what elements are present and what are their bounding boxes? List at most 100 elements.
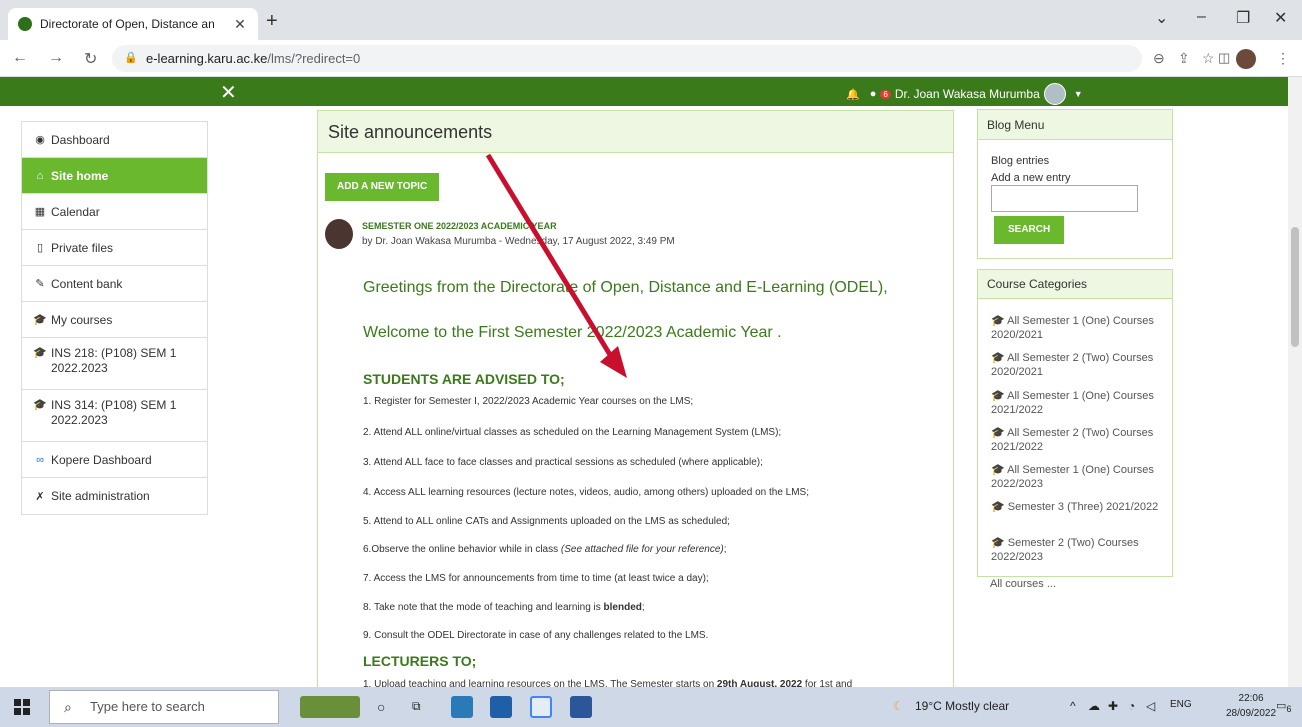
notification-count: 6: [1286, 704, 1292, 715]
category-link[interactable]: 🎓 Semester 3 (Three) 2021/2022: [991, 500, 1161, 514]
tab-title: Directorate of Open, Distance an: [40, 17, 215, 31]
graduation-cap-icon: 🎓: [991, 537, 1005, 549]
side-panel-icon[interactable]: ◫: [1218, 50, 1230, 66]
post-byline: by Dr. Joan Wakasa Murumba - Wednesday, …: [362, 236, 675, 247]
user-avatar[interactable]: [1043, 83, 1066, 105]
sidebar-item-site-home[interactable]: ⌂ Site home: [22, 158, 207, 194]
category-link[interactable]: 🎓 All Semester 2 (Two) Courses 2020/2021: [991, 351, 1161, 379]
sidebar-item-label: Calendar: [51, 204, 100, 219]
post-subject[interactable]: SEMESTER ONE 2022/2023 ACADEMIC YEAR: [362, 221, 557, 231]
sidebar-item-my-courses[interactable]: 🎓 My courses: [22, 302, 207, 338]
lecturers-heading: LECTURERS TO;: [363, 653, 477, 669]
blog-search-button[interactable]: SEARCH: [994, 216, 1065, 244]
url-path: /lms/?redirect=0: [267, 51, 361, 66]
news-widget-icon[interactable]: [300, 696, 360, 718]
scrollbar-thumb[interactable]: [1291, 227, 1299, 347]
page-scrollbar[interactable]: [1288, 77, 1302, 687]
student-item: 5. Attend to ALL online CATs and Assignm…: [363, 516, 730, 527]
new-tab-icon[interactable]: +: [266, 10, 278, 33]
user-name[interactable]: Dr. Joan Wakasa Murumba: [895, 87, 1040, 101]
minimize-icon[interactable]: –: [1197, 8, 1206, 26]
security-icon[interactable]: ✚: [1108, 699, 1118, 713]
category-link[interactable]: 🎓 All Semester 1 (One) Courses 2020/2021: [991, 314, 1161, 342]
tab-search-chevron-icon[interactable]: ⌄: [1155, 8, 1168, 28]
search-icon: ⌕: [64, 699, 72, 715]
url-host: e-learning.karu.ac.ke: [146, 51, 268, 66]
all-courses-link[interactable]: All courses ...: [990, 577, 1160, 591]
onedrive-icon[interactable]: ☁: [1088, 699, 1100, 713]
store-icon[interactable]: [451, 696, 473, 718]
category-link[interactable]: 🎓 All Semester 2 (Two) Courses 2021/2022: [991, 426, 1161, 454]
sidebar-item-kopere-dashboard[interactable]: ∞ Kopere Dashboard: [22, 442, 207, 478]
bell-icon[interactable]: 🔔: [846, 88, 860, 101]
sidebar-item-label: Content bank: [51, 276, 123, 291]
sidebar-item-dashboard[interactable]: ◉ Dashboard: [22, 122, 207, 158]
category-link[interactable]: 🎓 All Semester 1 (One) Courses 2022/2023: [991, 463, 1161, 491]
student-item: 8. Take note that the mode of teaching a…: [363, 602, 645, 613]
category-link[interactable]: 🎓 All Semester 1 (One) Courses 2021/2022: [991, 389, 1161, 417]
taskbar-search-field[interactable]: ⌕ Type here to search: [49, 690, 279, 724]
office-icon[interactable]: [490, 696, 512, 718]
sidebar-item-content-bank[interactable]: ✎ Content bank: [22, 266, 207, 302]
sidebar-item-calendar[interactable]: ▦ Calendar: [22, 194, 207, 230]
home-icon: ⌂: [36, 169, 44, 182]
graduation-cap-icon: 🎓: [33, 347, 47, 359]
file-icon: ▯: [36, 242, 44, 254]
sidebar-item-label: INS 218: (P108) SEM 1 2022.2023: [51, 346, 177, 375]
lock-icon: 🔒: [124, 52, 138, 64]
cortana-icon[interactable]: ○: [377, 699, 385, 715]
student-item-text: 6.Observe the online behavior while in c…: [363, 544, 559, 555]
category-link[interactable]: 🎓 Semester 2 (Two) Courses 2022/2023: [991, 536, 1161, 564]
clock[interactable]: 22:06 28/09/2022: [1226, 691, 1276, 721]
caret-down-icon[interactable]: ▼: [1074, 89, 1083, 99]
tab-close-icon[interactable]: ✕: [232, 16, 248, 33]
category-label: Semester 2 (Two) Courses 2022/2023: [991, 537, 1139, 563]
graduation-cap-icon: 🎓: [991, 427, 1005, 439]
sidebar-item-private-files[interactable]: ▯ Private files: [22, 230, 207, 266]
sidebar-item-course-ins218[interactable]: 🎓 INS 218: (P108) SEM 1 2022.2023: [22, 338, 207, 390]
zoom-icon[interactable]: ⊖: [1153, 50, 1165, 67]
reload-icon[interactable]: ↻: [84, 49, 97, 69]
block-title: Site announcements: [318, 111, 953, 153]
messages-icon[interactable]: ●: [870, 88, 877, 100]
course-categories-block: Course Categories 🎓 All Semester 1 (One)…: [977, 269, 1173, 577]
student-item: 2. Attend ALL online/virtual classes as …: [363, 427, 782, 438]
add-new-entry-link[interactable]: Add a new entry: [991, 172, 1071, 184]
add-new-topic-button[interactable]: ADD A NEW TOPIC: [325, 173, 440, 201]
graduation-cap-icon: 🎓: [33, 314, 47, 326]
browser-profile-avatar[interactable]: [1236, 49, 1256, 69]
address-bar-row: ← → ↻ 🔒 e-learning.karu.ac.ke/lms/?redir…: [0, 40, 1302, 77]
url-field[interactable]: 🔒 e-learning.karu.ac.ke/lms/?redirect=0: [112, 45, 1142, 72]
notification-center-icon[interactable]: ▭6: [1276, 699, 1292, 714]
category-label: All Semester 1 (One) Courses 2021/2022: [991, 390, 1154, 416]
sidebar-item-course-ins314[interactable]: 🎓 INS 314: (P108) SEM 1 2022.2023: [22, 390, 207, 442]
graduation-cap-icon: 🎓: [991, 501, 1005, 513]
back-icon[interactable]: ←: [12, 49, 28, 67]
taskbar-search-placeholder: Type here to search: [90, 699, 205, 714]
forward-icon[interactable]: →: [48, 49, 64, 67]
windows-start-icon[interactable]: [14, 699, 30, 715]
weather-text[interactable]: 19°C Mostly clear: [915, 699, 1009, 713]
wifi-icon[interactable]: ◔: [1128, 699, 1135, 713]
user-menu[interactable]: 🔔 ● 6 Dr. Joan Wakasa Murumba ▼: [846, 83, 1083, 105]
site-announcements-block: Site announcements ADD A NEW TOPIC SEMES…: [317, 110, 954, 690]
task-view-icon[interactable]: ⧉: [412, 699, 421, 714]
close-drawer-icon[interactable]: ✕: [220, 80, 237, 105]
author-avatar[interactable]: [325, 219, 353, 249]
site-favicon-icon: [18, 17, 32, 31]
students-heading: STUDENTS ARE ADVISED TO;: [363, 371, 565, 387]
blog-entries-link[interactable]: Blog entries: [991, 155, 1049, 167]
sidebar-item-site-administration[interactable]: ✗ Site administration: [22, 478, 207, 514]
restore-icon[interactable]: ❐: [1236, 8, 1250, 28]
browser-tab[interactable]: Directorate of Open, Distance an ✕: [8, 8, 258, 40]
volume-icon[interactable]: ◁: [1146, 699, 1155, 713]
tray-chevron-icon[interactable]: ^: [1070, 699, 1076, 713]
chrome-icon[interactable]: [530, 696, 552, 718]
word-icon[interactable]: [570, 696, 592, 718]
bookmark-star-icon[interactable]: ☆: [1202, 50, 1215, 67]
language-indicator[interactable]: ENG: [1170, 699, 1192, 710]
blog-search-input[interactable]: [991, 185, 1138, 212]
share-icon[interactable]: ⇪: [1178, 50, 1190, 67]
window-close-icon[interactable]: ✕: [1274, 8, 1287, 28]
browser-menu-icon[interactable]: ⋮: [1276, 50, 1290, 67]
